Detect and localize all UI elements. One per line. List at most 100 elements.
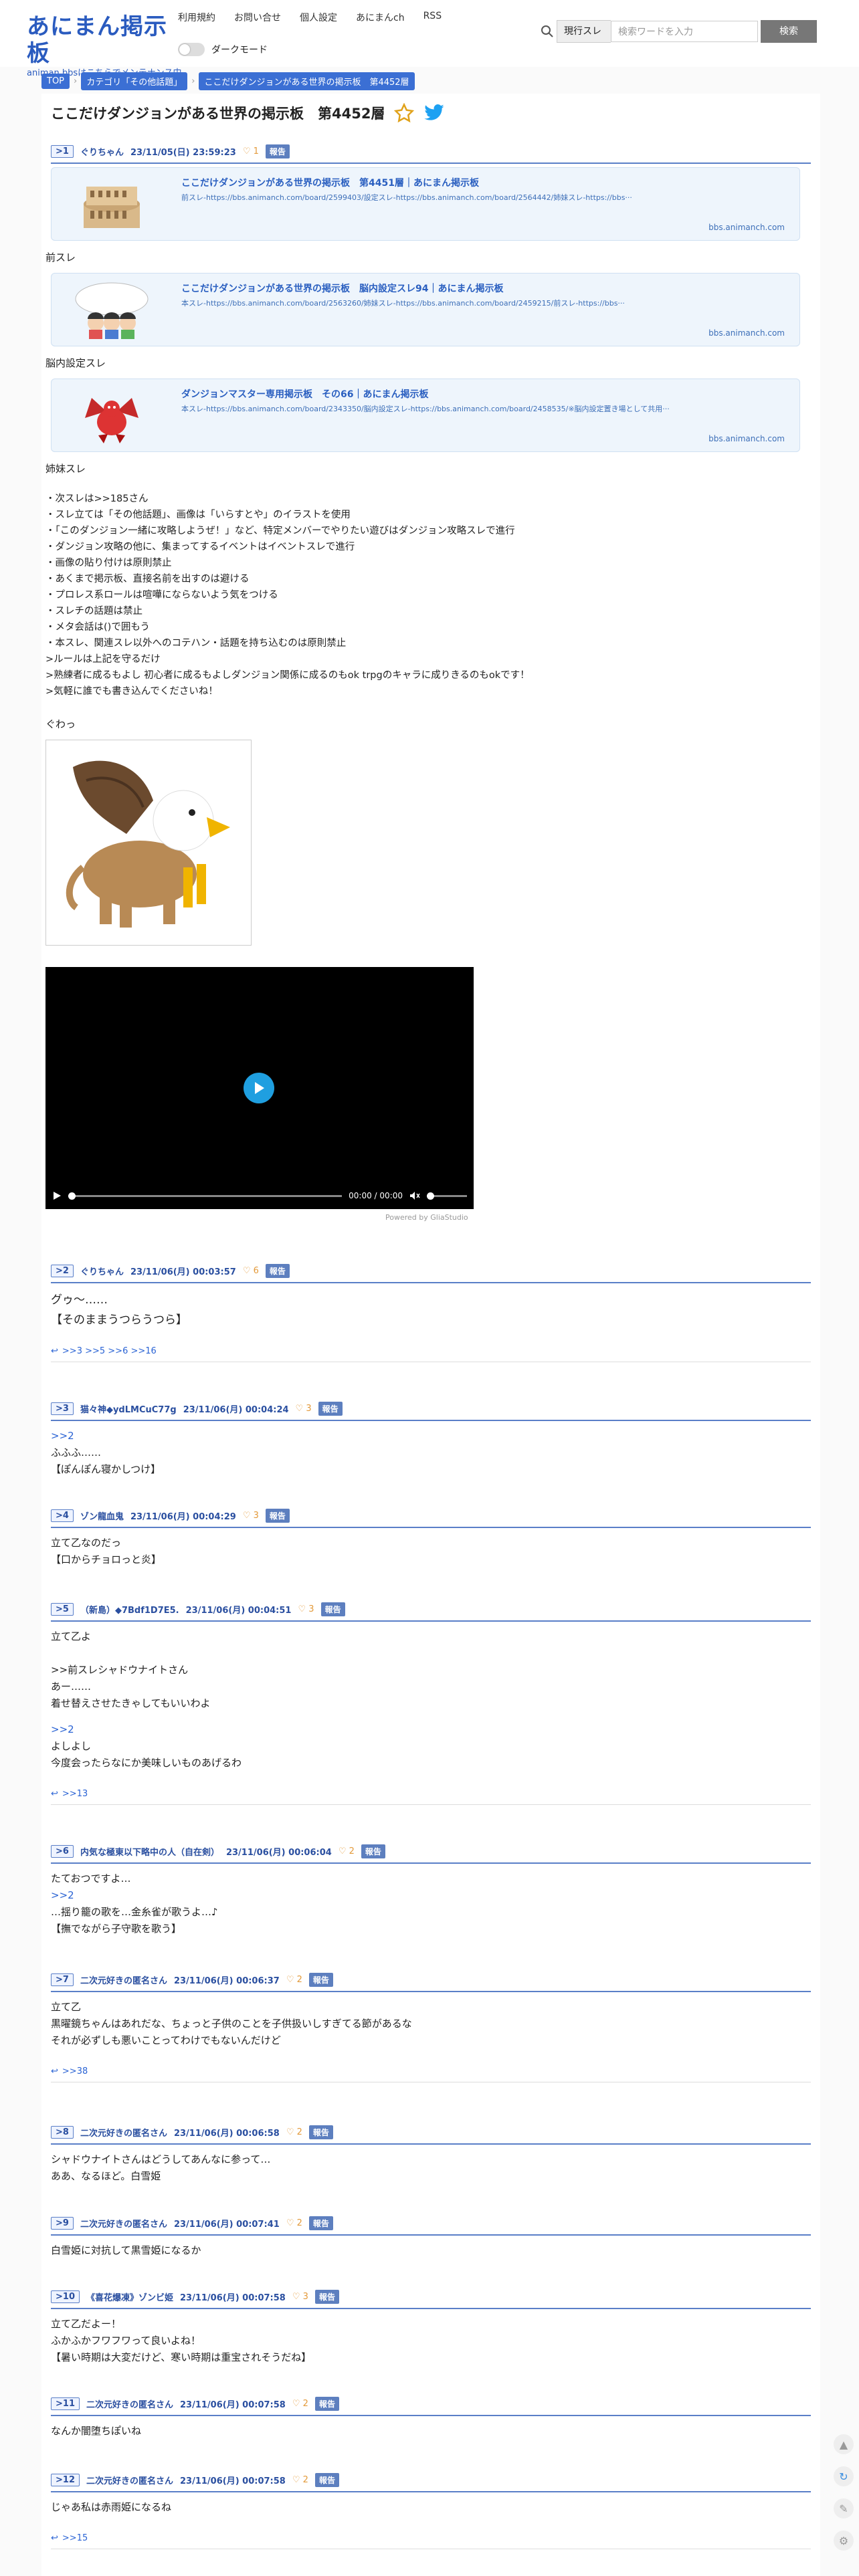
star-icon[interactable]	[394, 103, 415, 123]
reply-arrow-icon: ↩	[51, 2533, 58, 2543]
link-card-domain: bbs.animanch.com	[708, 328, 785, 338]
video-player[interactable]: 00:00 / 00:00	[45, 967, 474, 1209]
post-number[interactable]: >9	[51, 2217, 74, 2230]
reply-anchor[interactable]: >>38	[62, 2066, 88, 2076]
report-button[interactable]: 報告	[308, 2125, 333, 2139]
like-button[interactable]: ♡ 2	[286, 1975, 302, 1985]
like-button[interactable]: ♡ 2	[292, 2475, 308, 2485]
like-button[interactable]: ♡ 3	[296, 1404, 312, 1414]
thinking-people-illustration	[75, 282, 149, 339]
like-button[interactable]: ♡ 2	[286, 2218, 302, 2228]
link-card-block-2: ここだけダンジョンがある世界の掲示板 脳内設定スレ94｜あにまん掲示板 本スレ-…	[41, 273, 800, 370]
reply-arrow-icon: ↩	[51, 2066, 58, 2076]
post-header: >2 ぐりちゃん 23/11/06(月) 00:03:57 ♡ 6 報告	[51, 1261, 811, 1283]
settings-button[interactable]: ⚙	[834, 2531, 854, 2551]
report-button[interactable]: 報告	[318, 1402, 343, 1416]
link-card-title[interactable]: ここだけダンジョンがある世界の掲示板 脳内設定スレ94｜あにまん掲示板	[181, 282, 503, 295]
like-button[interactable]: ♡ 3	[292, 2292, 308, 2302]
darkmode-toggle[interactable]	[178, 43, 205, 56]
post-number[interactable]: >5	[51, 1603, 74, 1616]
link-card[interactable]: ここだけダンジョンがある世界の掲示板 脳内設定スレ94｜あにまん掲示板 本スレ-…	[51, 273, 800, 346]
report-button[interactable]: 報告	[320, 1602, 345, 1616]
nav-contact[interactable]: お問い合せ	[234, 11, 281, 24]
darkmode-label: ダークモード	[211, 45, 268, 56]
refresh-button[interactable]: ↻	[834, 2466, 854, 2486]
post-number[interactable]: >6	[51, 1845, 74, 1858]
post-6: >6 内気な極東以下略中の人（自在剣） 23/11/06(月) 00:06:04…	[51, 1842, 811, 1937]
nav-settings[interactable]: 個人設定	[300, 11, 337, 24]
griffin-image[interactable]	[45, 740, 252, 946]
post-2: >2 ぐりちゃん 23/11/06(月) 00:03:57 ♡ 6 報告 グゥ〜…	[51, 1261, 811, 1362]
post-number[interactable]: >4	[51, 1509, 74, 1522]
scroll-top-button[interactable]: ▲	[834, 2434, 854, 2454]
like-button[interactable]: ♡ 3	[298, 1604, 314, 1614]
darkmode-toggle-row: ダークモード	[178, 43, 268, 56]
link-card[interactable]: ここだけダンジョンがある世界の掲示板 第4451層｜あにまん掲示板 前スレ-ht…	[51, 167, 800, 241]
link-card[interactable]: ダンジョンマスター専用掲示板 その66｜あにまん掲示板 本スレ-https://…	[51, 379, 800, 452]
poster-name: ゾン龍血鬼	[80, 1512, 124, 1522]
post-text: たておつですよ…	[51, 1872, 131, 1885]
breadcrumb-top[interactable]: TOP	[41, 74, 70, 89]
like-count: 6	[253, 1266, 259, 1276]
search-input[interactable]: 検索ワードを入力	[611, 21, 758, 42]
reply-anchor[interactable]: >>3 >>5 >>6 >>16	[62, 1346, 157, 1356]
anchor-link[interactable]: >>2	[51, 1889, 74, 1901]
nav-rss[interactable]: RSS	[423, 11, 442, 24]
post-body: >>2 ふふふ…… 【ぽんぽん寝かしつけ】	[51, 1421, 811, 1478]
report-button[interactable]: 報告	[308, 1973, 333, 1987]
post-number[interactable]: >12	[51, 2474, 80, 2486]
link-card-title[interactable]: ここだけダンジョンがある世界の掲示板 第4451層｜あにまん掲示板	[181, 176, 479, 189]
nav-animanch[interactable]: あにまんch	[356, 11, 405, 24]
floating-tools: ▲ ↻ ✎ ⚙	[834, 2434, 854, 2551]
like-button[interactable]: ♡ 1	[243, 146, 259, 156]
report-button[interactable]: 報告	[265, 144, 290, 158]
like-button[interactable]: ♡ 2	[339, 1846, 355, 1856]
report-button[interactable]: 報告	[308, 2216, 333, 2230]
post-number[interactable]: >8	[51, 2126, 74, 2139]
post-number[interactable]: >3	[51, 1402, 74, 1415]
like-button[interactable]: ♡ 2	[292, 2399, 308, 2409]
twitter-icon[interactable]	[423, 104, 445, 122]
reply-anchor[interactable]: >>15	[62, 2533, 88, 2543]
like-button[interactable]: ♡ 3	[243, 1511, 259, 1521]
poster-name: 《喜花爆凍》ゾンビ姫	[86, 2293, 173, 2303]
post-date: 23/11/06(月) 00:04:24	[183, 1405, 289, 1415]
write-button[interactable]: ✎	[834, 2498, 854, 2518]
report-button[interactable]: 報告	[314, 2397, 339, 2411]
link-card-title[interactable]: ダンジョンマスター専用掲示板 その66｜あにまん掲示板	[181, 387, 428, 401]
anchor-link[interactable]: >>2	[51, 1430, 74, 1442]
anchor-link[interactable]: >>2	[51, 1723, 74, 1735]
nav-terms[interactable]: 利用規約	[178, 11, 215, 24]
post-number[interactable]: >2	[51, 1265, 74, 1277]
post-text: …揺り籠の歌を…金糸雀が歌うよ…♪ 【撫でながら子守歌を歌う】	[51, 1906, 218, 1935]
site-logo[interactable]: あにまん掲示板 animan bbsはこちらでメンテナンス中	[27, 13, 181, 78]
mute-icon[interactable]	[409, 1191, 420, 1200]
like-button[interactable]: ♡ 6	[243, 1266, 259, 1276]
play-small-icon[interactable]	[52, 1191, 62, 1200]
post-date: 23/11/06(月) 00:04:29	[130, 1512, 236, 1522]
breadcrumb-thread[interactable]: ここだけダンジョンがある世界の掲示板 第4452層	[199, 72, 415, 90]
like-count: 2	[296, 2218, 302, 2228]
like-button[interactable]: ♡ 2	[286, 2127, 302, 2137]
gear-icon: ⚙	[838, 2534, 849, 2547]
search-scope-select[interactable]: 現行スレ	[557, 20, 611, 43]
report-button[interactable]: 報告	[265, 1509, 290, 1523]
report-button[interactable]: 報告	[265, 1264, 290, 1278]
like-count: 2	[302, 2475, 308, 2485]
poster-name: 二次元好きの匿名さん	[86, 2400, 173, 2410]
report-button[interactable]: 報告	[314, 2290, 339, 2304]
play-button[interactable]	[244, 1073, 274, 1103]
video-seekbar[interactable]	[68, 1192, 343, 1200]
post-number[interactable]: >11	[51, 2397, 80, 2410]
search-button[interactable]: 検索	[761, 20, 817, 43]
colosseum-illustration	[84, 187, 140, 228]
reply-anchor[interactable]: >>13	[62, 1789, 88, 1799]
volume-slider[interactable]	[427, 1192, 467, 1200]
breadcrumb-separator: ›	[191, 76, 195, 86]
report-button[interactable]: 報告	[314, 2473, 339, 2487]
report-button[interactable]: 報告	[361, 1844, 385, 1858]
post-number[interactable]: >10	[51, 2290, 80, 2303]
post-number[interactable]: >1	[51, 145, 74, 158]
breadcrumb-category[interactable]: カテゴリ「その他話題」	[81, 72, 188, 90]
post-number[interactable]: >7	[51, 1973, 74, 1986]
